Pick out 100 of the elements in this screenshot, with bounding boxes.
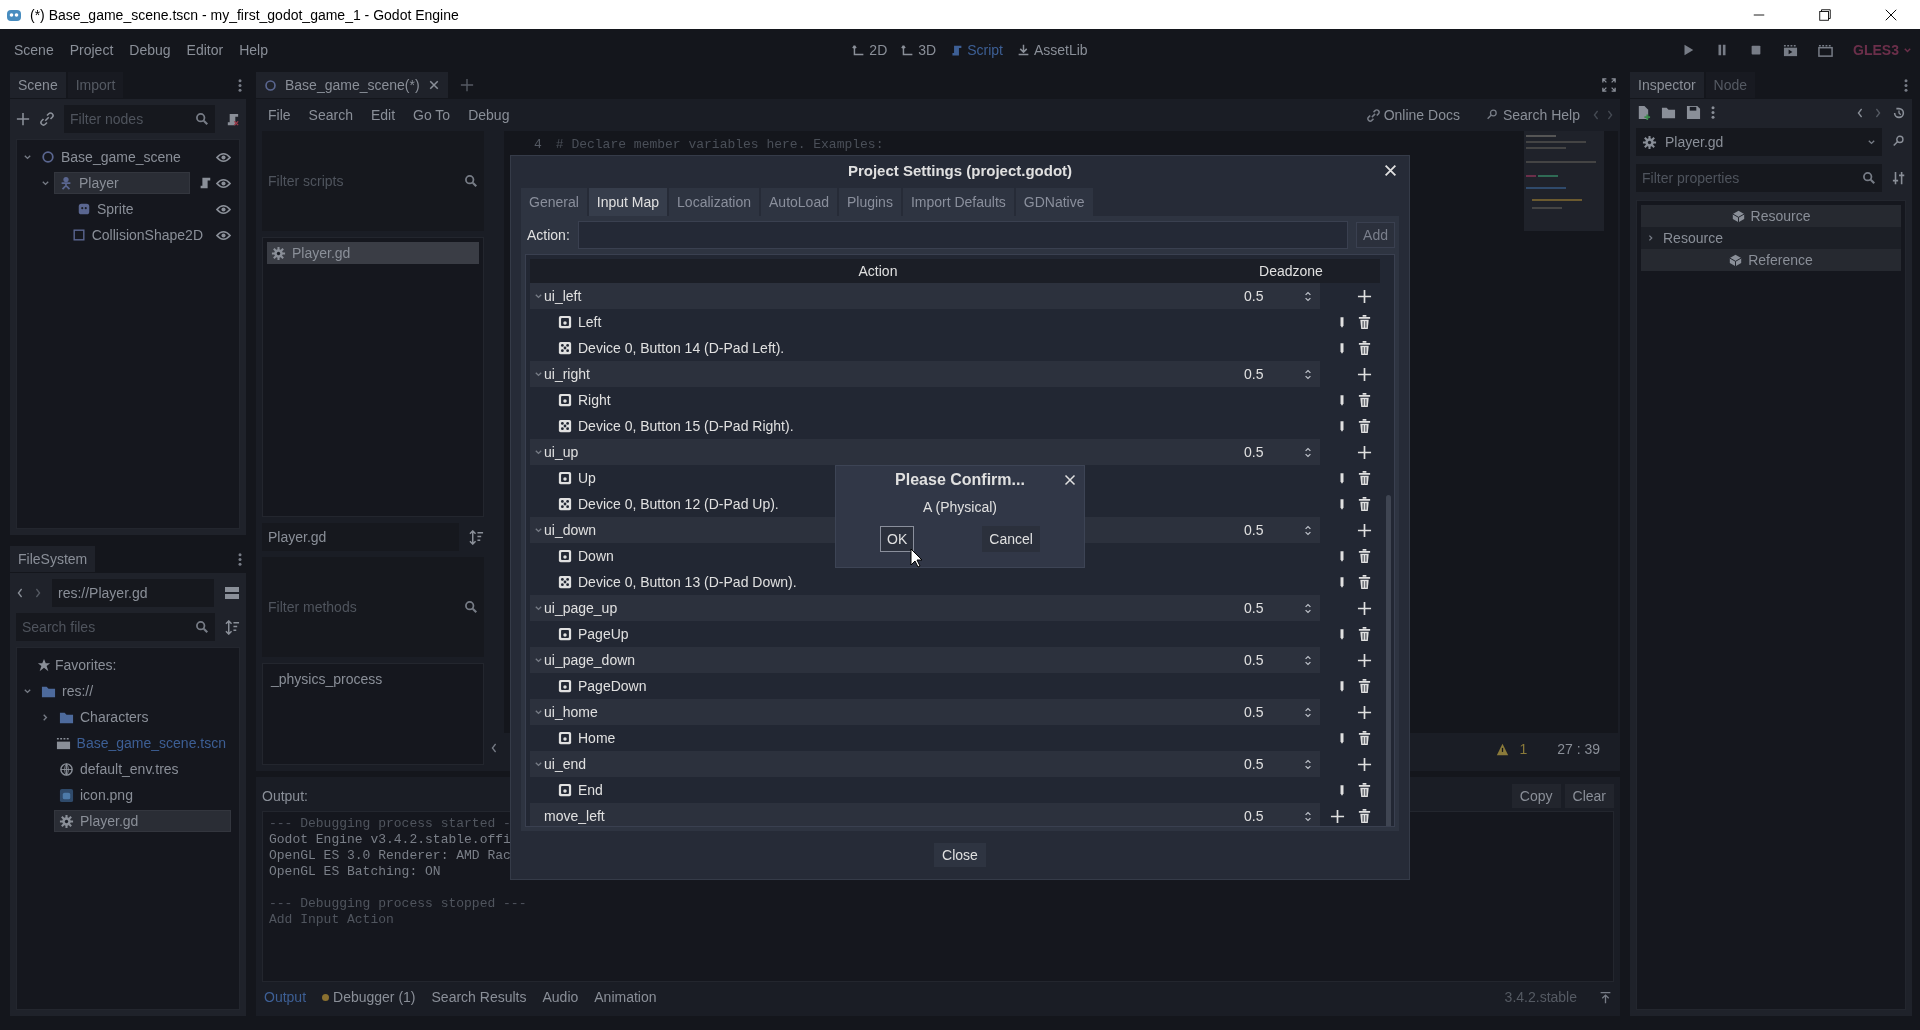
menu-item[interactable]: Search	[302, 103, 359, 127]
tree-entry[interactable]: Characters	[54, 706, 231, 728]
menu-item[interactable]: Project	[63, 38, 120, 62]
workspace-tab[interactable]: 3D	[901, 42, 937, 58]
output-label: Output:	[262, 788, 308, 804]
column-header: Deadzone	[1258, 263, 1324, 279]
workspace-tab[interactable]: AssetLib	[1016, 42, 1088, 58]
settings-tab[interactable]: GDNative	[1015, 188, 1093, 216]
dialog-title: Project Settings (project.godot)	[847, 161, 1073, 179]
bottom-tab[interactable]: Audio	[542, 989, 579, 1005]
node-item[interactable]: CollisionShape2D	[66, 224, 208, 246]
event-label: End	[578, 782, 603, 798]
output-line: OpenGL ES 3.0 Renderer: AMD Rac	[269, 848, 511, 864]
version-label: 3.4.2.stable	[1504, 989, 1577, 1005]
action-name: ui_page_up	[544, 600, 618, 616]
event-label: Home	[578, 730, 616, 746]
settings-tab[interactable]: Localization	[669, 188, 759, 216]
deadzone-field[interactable]: 0.5	[1244, 704, 1304, 720]
category-header: Resource	[1641, 205, 1901, 227]
dialog-button[interactable]: Cancel	[982, 526, 1040, 552]
dialog-title: Please Confirm...	[895, 471, 1025, 489]
menu-item[interactable]: Editor	[180, 38, 230, 62]
node-item[interactable]: Sprite	[72, 198, 139, 220]
settings-tab[interactable]: Input Map	[588, 188, 668, 216]
resource-dropdown[interactable]: Player.gd	[1636, 128, 1882, 156]
dialog-button[interactable]: OK	[880, 526, 915, 552]
menu-item[interactable]: Edit	[364, 103, 402, 127]
dock-tab[interactable]: Scene	[10, 72, 66, 98]
tree-entry[interactable]: Player.gd	[54, 810, 231, 832]
menu-item[interactable]: Help	[233, 38, 274, 62]
window-title: (*) Base_game_scene.tscn - my_first_godot_game_1 - Godot Engine	[30, 6, 459, 23]
event-label: Down	[578, 548, 614, 564]
menu-item[interactable]: File	[262, 103, 297, 127]
deadzone-field[interactable]: 0.5	[1244, 652, 1304, 668]
menu-item[interactable]: Debug	[123, 38, 177, 62]
event-label: Left	[578, 314, 602, 330]
action-label: Action:	[526, 227, 570, 243]
output-button[interactable]: Clear	[1564, 784, 1614, 808]
output-line: --- Debugging process started -	[269, 816, 511, 832]
dock-tab[interactable]: Inspector	[1630, 72, 1704, 98]
action-name: ui_down	[544, 522, 597, 538]
confirm-message: A (Physical)	[923, 498, 997, 517]
close-button[interactable]: Close	[934, 843, 986, 867]
deadzone-field[interactable]: 0.5	[1244, 288, 1304, 304]
deadzone-field[interactable]: 0.5	[1244, 756, 1304, 772]
scene-tab[interactable]: Base_game_scene(*)	[256, 72, 448, 98]
path-field[interactable]: res://Player.gd	[52, 579, 214, 607]
output-line: Add Input Action	[269, 912, 394, 928]
event-label: PageUp	[578, 626, 629, 642]
tree-entry[interactable]: res://	[36, 680, 231, 702]
event-label: Device 0, Button 12 (D-Pad Up).	[578, 496, 779, 512]
event-label: Right	[578, 392, 611, 408]
script-item[interactable]: Player.gd	[267, 242, 479, 264]
help-link[interactable]: Search Help	[1479, 103, 1586, 127]
output-line: OpenGL ES Batching: ON	[269, 864, 441, 880]
code-comment: # Declare member variables here. Examples:	[555, 137, 884, 152]
action-name: ui_page_down	[544, 652, 636, 668]
deadzone-field[interactable]: 0.5	[1244, 522, 1304, 538]
workspace-tab[interactable]: 2D	[852, 42, 888, 58]
settings-tab[interactable]: Import Defaults	[902, 188, 1014, 216]
event-label: Device 0, Button 14 (D-Pad Left).	[578, 340, 785, 356]
cursor-position: 27 : 39	[1557, 741, 1600, 757]
event-label: PageDown	[578, 678, 647, 694]
deadzone-field[interactable]: 0.5	[1244, 444, 1304, 460]
settings-tab[interactable]: AutoLoad	[761, 188, 837, 216]
bottom-tab[interactable]: Search Results	[431, 989, 527, 1005]
warning-count: 1	[1519, 741, 1528, 757]
menu-item[interactable]: Scene	[8, 38, 60, 62]
dock-tab[interactable]: FileSystem	[10, 546, 96, 572]
line-number: 4	[534, 137, 542, 152]
settings-tab[interactable]: Plugins	[838, 188, 901, 216]
action-name: ui_up	[544, 444, 579, 460]
settings-tab[interactable]: General	[521, 188, 587, 216]
action-name: ui_left	[544, 288, 582, 304]
output-line: --- Debugging process stopped ---	[269, 896, 527, 912]
bottom-tab[interactable]: Debugger (1)	[322, 989, 416, 1005]
tree-entry[interactable]: Base_game_scene.tscn	[50, 732, 231, 754]
event-label: Device 0, Button 15 (D-Pad Right).	[578, 418, 794, 434]
node-item[interactable]: Player	[54, 172, 190, 194]
action-name: ui_end	[544, 756, 587, 772]
bottom-tab[interactable]: Animation	[594, 989, 657, 1005]
tree-entry[interactable]: default_env.tres	[54, 758, 231, 780]
deadzone-field[interactable]: 0.5	[1244, 600, 1304, 616]
deadzone-field[interactable]: 0.5	[1244, 808, 1304, 824]
favorites-label: Favorites:	[55, 657, 117, 673]
action-name: move_left	[543, 808, 605, 824]
workspace-tab[interactable]: Script	[950, 42, 1003, 58]
event-label: Up	[578, 470, 596, 486]
add-button[interactable]: Add	[1356, 222, 1395, 248]
help-link[interactable]: Online Docs	[1360, 103, 1466, 127]
current-script-field: Player.gd	[262, 523, 459, 551]
tree-entry[interactable]: icon.png	[54, 784, 231, 806]
menu-item[interactable]: Go To	[407, 103, 457, 127]
deadzone-field[interactable]: 0.5	[1244, 366, 1304, 382]
node-item[interactable]: Base_game_scene	[36, 146, 186, 168]
action-name: ui_home	[544, 704, 598, 720]
menu-item[interactable]: Debug	[462, 103, 516, 127]
property-group[interactable]: Resource	[1641, 227, 1901, 249]
event-label: Device 0, Button 13 (D-Pad Down).	[578, 574, 797, 590]
output-button[interactable]: Copy	[1511, 784, 1561, 808]
